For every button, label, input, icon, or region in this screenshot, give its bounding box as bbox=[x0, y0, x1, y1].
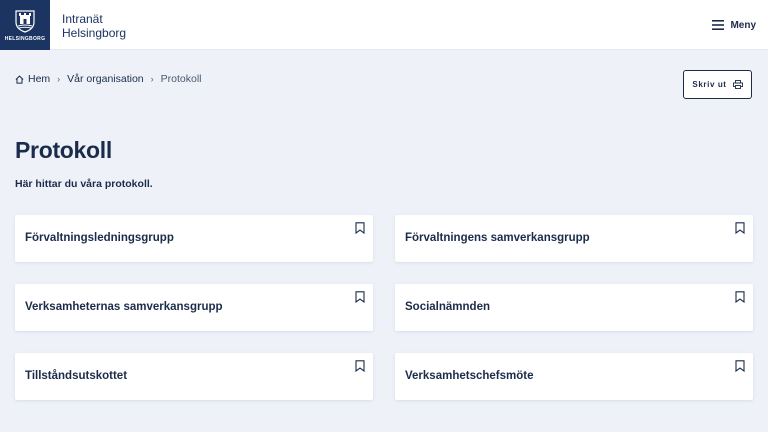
site-name-line2: Helsingborg bbox=[62, 26, 127, 40]
logo-text: HELSINGBORG bbox=[4, 35, 46, 42]
menu-label: Meny bbox=[730, 19, 756, 31]
card-verksamhetschefsmote[interactable]: Verksamhetschefsmöte bbox=[395, 353, 753, 400]
site-name[interactable]: Intranät Helsingborg bbox=[62, 12, 126, 40]
bookmark-icon[interactable] bbox=[735, 222, 745, 234]
site-header: HELSINGBORG Intranät Helsingborg Meny bbox=[0, 0, 768, 50]
breadcrumb-home-label: Hem bbox=[28, 73, 51, 85]
printer-icon bbox=[732, 80, 743, 89]
breadcrumb-organisation[interactable]: Vår organisation bbox=[67, 73, 143, 85]
bookmark-icon[interactable] bbox=[735, 360, 745, 372]
card-socialnamnden[interactable]: Socialnämnden bbox=[395, 284, 753, 331]
card-verksamheternas-samverkansgrupp[interactable]: Verksamheternas samverkansgrupp bbox=[15, 284, 373, 331]
bookmark-icon[interactable] bbox=[355, 291, 365, 303]
city-crest-icon bbox=[15, 9, 35, 33]
page-intro: Här hittar du våra protokoll. bbox=[15, 178, 153, 190]
breadcrumb-current: Protokoll bbox=[160, 73, 202, 85]
card-forvaltningens-samverkansgrupp[interactable]: Förvaltningens samverkansgrupp bbox=[395, 215, 753, 262]
breadcrumb-home[interactable]: Hem bbox=[15, 73, 50, 85]
print-button[interactable]: Skriv ut bbox=[683, 70, 752, 99]
card-title: Socialnämnden bbox=[405, 301, 490, 313]
bookmark-icon[interactable] bbox=[355, 360, 365, 372]
card-tillstandsutskottet[interactable]: Tillståndsutskottet bbox=[15, 353, 373, 400]
menu-button[interactable]: Meny bbox=[712, 16, 756, 34]
site-logo[interactable]: HELSINGBORG bbox=[0, 0, 50, 50]
card-forvaltningsledningsgrupp[interactable]: Förvaltningsledningsgrupp bbox=[15, 215, 373, 262]
chevron-right-icon: › bbox=[57, 74, 61, 84]
bookmark-icon[interactable] bbox=[735, 291, 745, 303]
chevron-right-icon: › bbox=[150, 74, 154, 84]
print-button-label: Skriv ut bbox=[692, 80, 727, 89]
hamburger-icon bbox=[712, 20, 725, 30]
card-title: Verksamheternas samverkansgrupp bbox=[25, 301, 223, 313]
card-title: Tillståndsutskottet bbox=[25, 370, 128, 382]
card-title: Förvaltningsledningsgrupp bbox=[25, 232, 174, 244]
page-title: Protokoll bbox=[15, 137, 112, 163]
home-icon bbox=[15, 74, 24, 84]
site-name-line1: Intranät bbox=[62, 12, 103, 26]
breadcrumb: Hem › Vår organisation › Protokoll bbox=[15, 72, 202, 86]
card-title: Förvaltningens samverkansgrupp bbox=[405, 232, 590, 244]
bookmark-icon[interactable] bbox=[355, 222, 365, 234]
card-title: Verksamhetschefsmöte bbox=[405, 370, 534, 382]
